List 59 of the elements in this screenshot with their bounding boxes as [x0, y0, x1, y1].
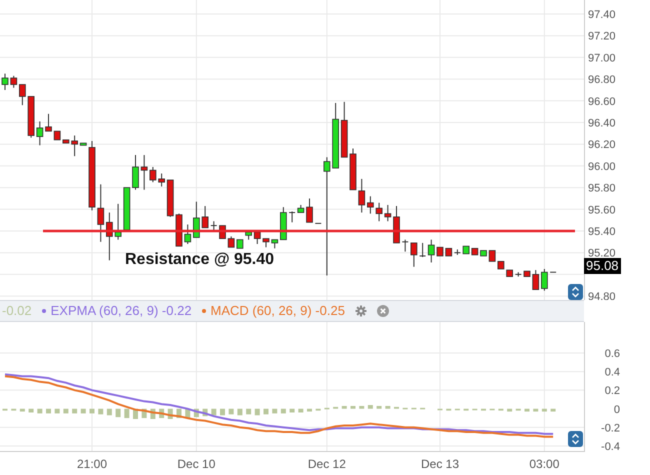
axis-label: 96.40: [588, 118, 616, 130]
candlestick: [288, 210, 296, 223]
scroll-button[interactable]: [568, 284, 583, 300]
candlestick: [488, 250, 496, 262]
candlestick: [428, 239, 435, 263]
candlestick: [358, 178, 366, 214]
candlestick: [10, 75, 18, 88]
candlestick: [532, 270, 540, 290]
axis-label: 03:00: [529, 456, 560, 473]
axis-label: Dec 12: [308, 456, 346, 473]
axis-label: 0.4: [604, 366, 620, 379]
axis-label: 95.80: [588, 182, 616, 195]
candlestick: [384, 204, 392, 222]
candlestick: [184, 224, 192, 245]
legend-label: MACD (60, 26, 9) -0.25: [210, 302, 345, 320]
axis-label: 97.20: [588, 30, 616, 43]
chevron-up-down-icon: [571, 433, 580, 445]
candlestick: [36, 120, 44, 146]
legend-label: EXPMA (60, 26, 9) -0.22: [50, 302, 192, 320]
candlestick: [254, 232, 261, 245]
candlestick: [97, 184, 104, 242]
settings-icon[interactable]: [354, 305, 367, 317]
axis-label: 0.2: [604, 385, 620, 398]
axis-label: 0.6: [604, 348, 620, 360]
candlestick: [132, 154, 139, 190]
axis-label: 96.80: [588, 74, 616, 86]
axis-label: 96.20: [588, 139, 616, 152]
scroll-button[interactable]: [568, 431, 583, 447]
axis-label: 95.20: [588, 248, 616, 260]
axis-label: 96.60: [588, 96, 616, 108]
candlestick: [140, 154, 148, 190]
candlestick: [410, 242, 418, 268]
axis-label: Dec 13: [420, 456, 460, 473]
axis-label: 0: [614, 404, 620, 416]
candlestick: [367, 196, 374, 214]
axis-label: 97.00: [588, 52, 616, 64]
axis-label: 97.40: [588, 9, 616, 21]
axis-label: 94.80: [588, 291, 616, 300]
axis-label: 95.60: [588, 204, 616, 216]
axis-label: Dec 10: [177, 456, 216, 473]
legend-label: -0.02: [2, 302, 32, 320]
candlestick: [541, 268, 548, 292]
candlestick: [210, 220, 218, 232]
annotation-label: Resistance @ 95.40: [125, 251, 274, 268]
axis-label: -0.2: [601, 422, 620, 434]
axis-label: 95.40: [588, 226, 616, 238]
candlestick: [419, 242, 426, 258]
candlestick: [402, 239, 409, 252]
price-tag: 95.08: [584, 258, 621, 274]
candlestick: [228, 236, 235, 248]
candlestick: [2, 73, 8, 90]
candlestick: [45, 113, 52, 132]
chevron-up-down-icon: [571, 286, 580, 298]
close-icon[interactable]: [376, 305, 389, 317]
axis-label: 96.00: [588, 160, 616, 173]
candlestick: [306, 198, 313, 223]
axis-label: 21:00: [76, 456, 108, 473]
candlestick: [376, 202, 382, 222]
axis-label: -0.4: [601, 440, 620, 452]
